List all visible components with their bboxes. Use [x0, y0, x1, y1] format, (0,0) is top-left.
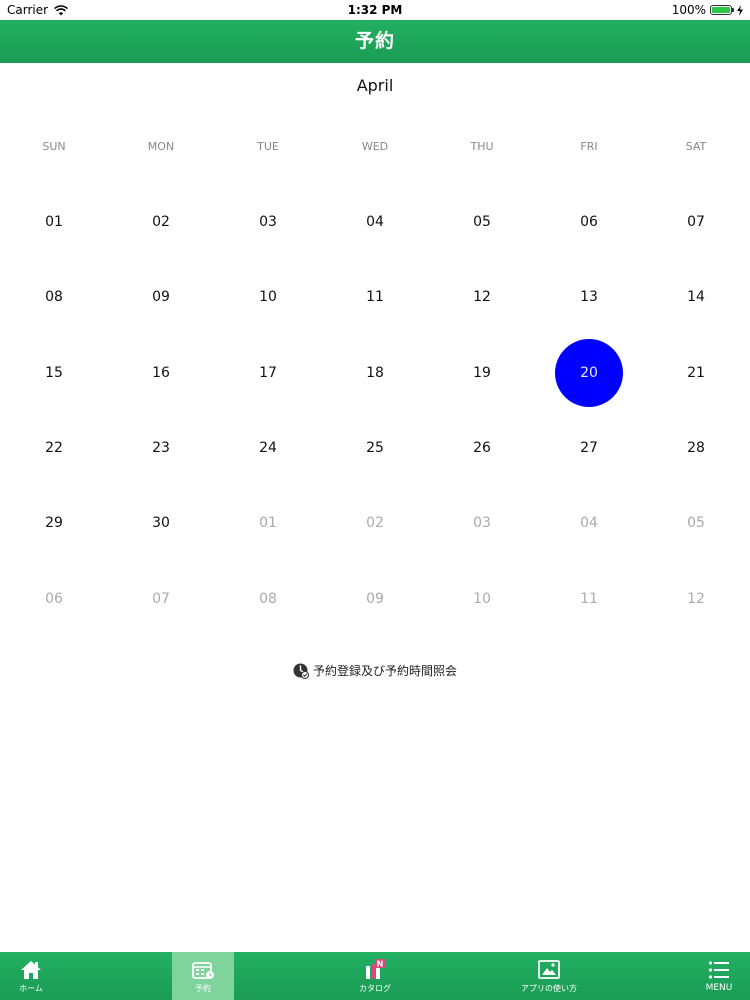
calendar-day[interactable]: 16	[127, 339, 195, 407]
tab-how-to-use[interactable]: アプリの使い方	[514, 952, 584, 1000]
calendar-day[interactable]: 13	[555, 263, 623, 331]
calendar-day-adjacent-month[interactable]: 04	[555, 489, 623, 557]
tab-menu[interactable]: MENU	[688, 952, 750, 1000]
calendar-day[interactable]: 09	[127, 263, 195, 331]
calendar-day[interactable]: 18	[341, 339, 409, 407]
calendar-day[interactable]: 19	[448, 339, 516, 407]
tab-menu-label: MENU	[705, 983, 733, 993]
catalog-books-icon: N	[366, 958, 385, 979]
calendar-day-adjacent-month[interactable]: 06	[20, 565, 88, 633]
calendar-icon	[192, 961, 214, 979]
calendar-day[interactable]: 05	[448, 188, 516, 256]
tab-how-to-use-label: アプリの使い方	[521, 983, 577, 993]
calendar-day-adjacent-month[interactable]: 08	[234, 565, 302, 633]
calendar-day-adjacent-month[interactable]: 02	[341, 489, 409, 557]
app-screen: Carrier 1:32 PM 100% 予約 April SUN MON TUE W…	[0, 0, 750, 1000]
calendar-day[interactable]: 17	[234, 339, 302, 407]
reservation-inquiry-link[interactable]: 予約登録及び予約時間照会	[0, 662, 750, 679]
hamburger-menu-icon	[708, 961, 729, 979]
calendar-day[interactable]: 07	[662, 188, 730, 256]
calendar-day[interactable]: 14	[662, 263, 730, 331]
calendar-day-adjacent-month[interactable]: 12	[662, 565, 730, 633]
calendar-day-adjacent-month[interactable]: 11	[555, 565, 623, 633]
tab-reservation-label: 予約	[195, 983, 211, 993]
calendar-day[interactable]: 06	[555, 188, 623, 256]
calendar-day[interactable]: 04	[341, 188, 409, 256]
calendar-day[interactable]: 08	[20, 263, 88, 331]
home-icon	[21, 960, 41, 979]
catalog-badge: N	[377, 959, 384, 968]
calendar-day[interactable]: 26	[448, 414, 516, 482]
calendar-day-adjacent-month[interactable]: 09	[341, 565, 409, 633]
tab-catalog-label: カタログ	[359, 983, 391, 993]
tab-home[interactable]: ホーム	[0, 952, 62, 1000]
calendar-day[interactable]: 28	[662, 414, 730, 482]
clock-check-icon	[293, 663, 309, 679]
calendar-day[interactable]: 01	[20, 188, 88, 256]
calendar-day[interactable]: 11	[341, 263, 409, 331]
calendar-day-selected[interactable]: 20	[555, 339, 623, 407]
calendar-day[interactable]: 25	[341, 414, 409, 482]
tab-home-label: ホーム	[19, 983, 43, 993]
tab-catalog[interactable]: N カタログ	[340, 952, 410, 1000]
calendar-day[interactable]: 21	[662, 339, 730, 407]
picture-frame-icon	[538, 959, 560, 979]
calendar-day[interactable]: 15	[20, 339, 88, 407]
calendar-day[interactable]: 22	[20, 414, 88, 482]
calendar-day[interactable]: 24	[234, 414, 302, 482]
calendar-day[interactable]: 27	[555, 414, 623, 482]
calendar-day-adjacent-month[interactable]: 10	[448, 565, 516, 633]
calendar-day[interactable]: 12	[448, 263, 516, 331]
tab-reservation[interactable]: 予約	[172, 952, 234, 1000]
calendar-day-adjacent-month[interactable]: 07	[127, 565, 195, 633]
calendar-grid: 01 02 03 04 05 06 07 08 09 10 11 12 13 14 15 16 17 18 19 20…	[0, 0, 750, 640]
tab-bar: ホーム 予約 N カタログ アプリの使い方 MENU	[0, 952, 750, 1000]
calendar-day-adjacent-month[interactable]: 01	[234, 489, 302, 557]
calendar-day[interactable]: 02	[127, 188, 195, 256]
calendar-day[interactable]: 10	[234, 263, 302, 331]
calendar-day[interactable]: 03	[234, 188, 302, 256]
calendar-day[interactable]: 29	[20, 489, 88, 557]
reservation-inquiry-label: 予約登録及び予約時間照会	[312, 664, 457, 678]
calendar-day[interactable]: 30	[127, 489, 195, 557]
calendar-day[interactable]: 23	[127, 414, 195, 482]
calendar-day-adjacent-month[interactable]: 05	[662, 489, 730, 557]
calendar-day-adjacent-month[interactable]: 03	[448, 489, 516, 557]
